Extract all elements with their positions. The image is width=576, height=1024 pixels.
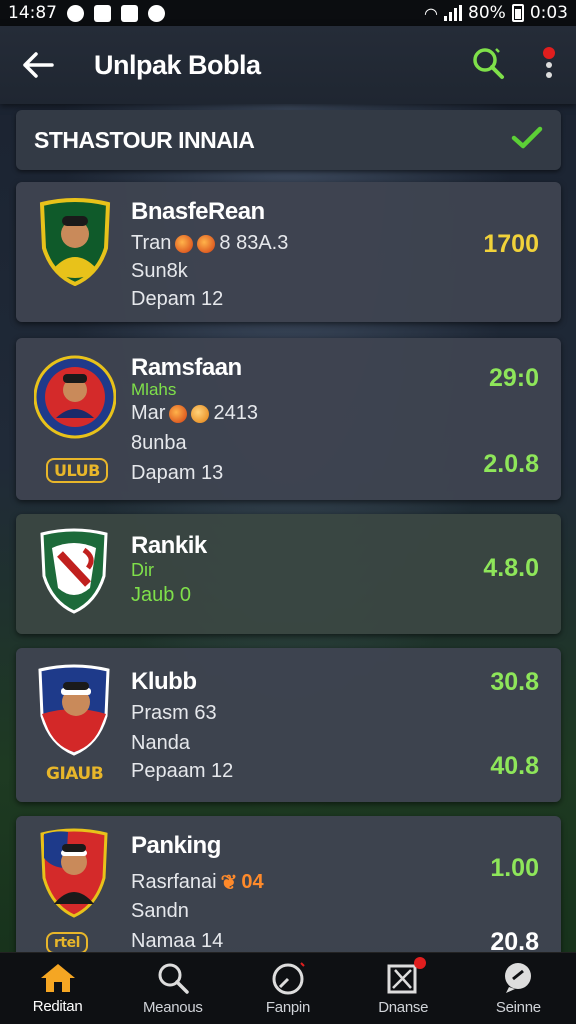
nav-item-stats[interactable]: Fanpin	[233, 961, 343, 1016]
circle-icon	[67, 4, 84, 22]
search-icon[interactable]	[470, 45, 506, 86]
list-item[interactable]: ULUB Ramsfaan Mlahs Mar 2413 8unba Dapam…	[16, 338, 561, 500]
card-line-1-text: Tran	[131, 232, 172, 254]
star-icon	[169, 404, 188, 423]
nav-item-pitch[interactable]: Dnanse	[348, 957, 458, 1016]
card-line-3: Depam 12	[131, 288, 224, 310]
card-line-2: Sun8k	[131, 260, 188, 282]
card-title: BnasfeRean	[131, 198, 265, 225]
battery-icon	[511, 4, 524, 22]
page-title: Unlpak Bobla	[94, 49, 261, 80]
coin-icon	[191, 404, 210, 423]
search-icon	[158, 963, 189, 994]
club-crest	[39, 198, 111, 286]
card-line-1-suffix: 2413	[213, 402, 258, 424]
section-title: STHASTOUR INNAIA	[34, 126, 255, 153]
status-time: 14:87	[8, 3, 57, 23]
home-icon	[40, 964, 75, 992]
card-subtitle: Mlahs	[131, 380, 177, 399]
card-line-1: Dir	[131, 560, 154, 580]
card-title: Panking	[131, 832, 221, 859]
list-item[interactable]: GIAUB Klubb Prasm 63 Nanda Pepaam 12 30.…	[16, 648, 561, 802]
flame-icon: ❦	[220, 872, 238, 894]
card-value-secondary: 40.8	[490, 752, 539, 780]
shield-icon	[148, 4, 165, 22]
card-line-1-text: Mar	[131, 402, 166, 424]
card-value: 1700	[483, 230, 539, 258]
mail-icon	[94, 4, 111, 22]
chat-icon	[505, 963, 532, 993]
list-item[interactable]: BnasfeRean Tran 8 83A.3 Sun8k Depam 12 1…	[16, 182, 561, 322]
list-item[interactable]: rtel Panking Rasrfanai ❦ 04 Sandn Namaa …	[16, 816, 561, 958]
gauge-icon	[272, 962, 305, 995]
club-crest	[40, 528, 108, 614]
club-tag: GIAUB	[46, 764, 104, 784]
list-item[interactable]: Rankik Dir Jaub 0 4.8.0	[16, 514, 561, 634]
club-tag: rtel	[46, 932, 88, 954]
card-value: 30.8	[490, 668, 539, 696]
card-line-2: 8unba	[131, 432, 187, 454]
card-title: Klubb	[131, 668, 197, 695]
card-title: Ramsfaan	[131, 354, 242, 381]
card-line-3: Pepaam 12	[131, 760, 234, 782]
card-title: Rankik	[131, 532, 207, 559]
card-value: 29:0	[488, 364, 539, 392]
card-line-1: Tran 8 83A.3	[131, 232, 288, 255]
card-value: 4.8.0	[483, 554, 539, 582]
card-value-secondary: 2.0.8	[483, 450, 539, 478]
card-line-2: Jaub 0	[131, 584, 192, 606]
card-line-1-suffix: 04	[241, 871, 264, 893]
app-bar: Unlpak Bobla	[0, 26, 576, 104]
bottom-nav: Reditan Meanous Fanpin Dnanse Seinne	[0, 952, 576, 1024]
card-line-1: Rasrfanai ❦ 04	[131, 870, 264, 895]
nav-item-chat[interactable]: Seinne	[463, 961, 573, 1016]
card-line-3: Dapam 13	[131, 462, 224, 484]
card-value: 1.00	[490, 854, 539, 882]
wifi-icon: ◠	[424, 3, 439, 23]
notification-badge	[414, 957, 427, 969]
card-line-1: Prasm 63	[131, 702, 217, 724]
card-line-1-suffix: 8 83A.3	[219, 232, 289, 254]
card-line-2: Nanda	[131, 732, 190, 754]
battery-percent: 80%	[468, 3, 506, 23]
nav-label: Reditan	[32, 998, 83, 1015]
nav-item-home[interactable]: Reditan	[3, 962, 113, 1015]
nav-label: Meanous	[142, 999, 203, 1016]
more-vertical-icon[interactable]	[542, 45, 556, 86]
card-line-1: Mar 2413	[131, 402, 258, 425]
club-crest	[40, 828, 108, 918]
card-line-3: Namaa 14	[131, 930, 224, 952]
status-bar: 14:87 ◠ 80% 0:03	[0, 0, 576, 26]
card-line-1-text: Rasrfanai	[131, 871, 217, 893]
star-icon	[175, 234, 194, 253]
nav-label: Fanpin	[265, 999, 310, 1016]
signal-icon	[444, 5, 463, 21]
nav-label: Seinne	[495, 999, 541, 1016]
card-line-2: Sandn	[131, 900, 189, 922]
nav-item-search[interactable]: Meanous	[118, 961, 228, 1016]
arrow-left-icon[interactable]	[20, 47, 56, 83]
check-icon[interactable]	[511, 126, 543, 155]
x-icon	[121, 4, 138, 22]
club-crest	[38, 664, 110, 756]
club-tag: ULUB	[46, 458, 108, 483]
status-clock: 0:03	[529, 3, 568, 23]
club-crest	[34, 355, 116, 439]
star-icon	[197, 234, 216, 253]
nav-label: Dnanse	[378, 999, 429, 1016]
section-header[interactable]: STHASTOUR INNAIA	[16, 110, 561, 170]
